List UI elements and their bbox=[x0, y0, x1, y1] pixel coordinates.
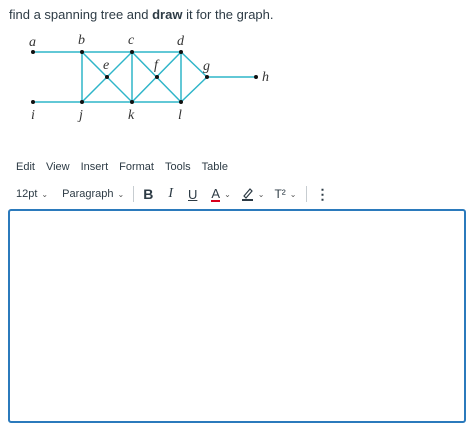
label-k: k bbox=[128, 108, 135, 123]
menu-edit[interactable]: Edit bbox=[16, 161, 35, 173]
vertex-a bbox=[31, 50, 35, 54]
question-prefix: find a spanning tree and bbox=[9, 7, 153, 22]
vertex-d bbox=[179, 50, 183, 54]
vertex-h bbox=[254, 75, 258, 79]
question-bold-word: draw bbox=[152, 7, 183, 22]
text-color-button[interactable]: A ⌄ bbox=[211, 185, 231, 202]
chevron-down-icon: ⌄ bbox=[257, 189, 265, 199]
vertex-e bbox=[105, 75, 109, 79]
vertex-c bbox=[130, 50, 134, 54]
italic-button[interactable]: I bbox=[168, 186, 173, 202]
text-color-icon: A bbox=[211, 185, 221, 202]
label-e: e bbox=[103, 58, 109, 73]
label-c: c bbox=[128, 33, 135, 48]
font-size-select[interactable]: 12pt ⌄ bbox=[16, 188, 48, 200]
vertex-j bbox=[80, 100, 84, 104]
underline-button[interactable]: U bbox=[188, 187, 197, 202]
graph-edges bbox=[33, 51, 256, 103]
menu-insert[interactable]: Insert bbox=[81, 161, 109, 173]
menu-table[interactable]: Table bbox=[202, 161, 228, 173]
label-l: l bbox=[178, 108, 182, 123]
vertex-k bbox=[130, 100, 134, 104]
superscript-icon: T² bbox=[274, 187, 286, 201]
question-suffix: it for the graph. bbox=[182, 7, 274, 22]
label-g: g bbox=[203, 59, 210, 74]
highlight-color-button[interactable]: ⌄ bbox=[241, 187, 265, 201]
toolbar-divider bbox=[133, 186, 135, 202]
menu-tools[interactable]: Tools bbox=[165, 161, 191, 173]
chevron-down-icon: ⌄ bbox=[224, 189, 231, 199]
toolbar-divider bbox=[305, 186, 307, 202]
block-format-value: Paragraph bbox=[62, 188, 114, 200]
bold-button[interactable]: B bbox=[143, 186, 153, 202]
label-d: d bbox=[177, 34, 185, 49]
menu-format[interactable]: Format bbox=[119, 161, 154, 173]
graph-figure: a b c d e f g h i j k l bbox=[29, 33, 269, 123]
block-format-select[interactable]: Paragraph ⌄ bbox=[62, 188, 124, 200]
edge-l-g bbox=[180, 76, 208, 103]
more-options-icon[interactable]: ⋮ bbox=[316, 186, 330, 203]
vertex-f bbox=[155, 75, 159, 79]
question-text: find a spanning tree and draw it for the… bbox=[9, 7, 274, 22]
label-f: f bbox=[154, 58, 160, 73]
label-j: j bbox=[77, 108, 83, 123]
superscript-button[interactable]: T² ⌄ bbox=[274, 187, 296, 201]
editor-toolbar: 12pt ⌄ Paragraph ⌄ B I U A ⌄ ⌄ T² ⌄ ⋮ bbox=[16, 184, 330, 204]
vertex-l bbox=[179, 100, 183, 104]
label-h: h bbox=[262, 70, 269, 85]
chevron-down-icon: ⌄ bbox=[289, 189, 297, 199]
vertex-g bbox=[205, 75, 209, 79]
graph-labels: a b c d e f g h i j k l bbox=[29, 33, 269, 123]
label-a: a bbox=[29, 35, 36, 50]
menu-view[interactable]: View bbox=[46, 161, 70, 173]
highlighter-icon bbox=[241, 188, 253, 201]
vertex-i bbox=[31, 100, 35, 104]
chevron-down-icon: ⌄ bbox=[117, 189, 125, 199]
rich-text-editor-area[interactable] bbox=[8, 209, 466, 423]
label-i: i bbox=[31, 108, 35, 123]
vertex-b bbox=[80, 50, 84, 54]
font-size-value: 12pt bbox=[16, 188, 38, 200]
label-b: b bbox=[78, 33, 85, 48]
editor-menubar: Edit View Insert Format Tools Table bbox=[16, 161, 239, 173]
chevron-down-icon: ⌄ bbox=[41, 189, 49, 199]
